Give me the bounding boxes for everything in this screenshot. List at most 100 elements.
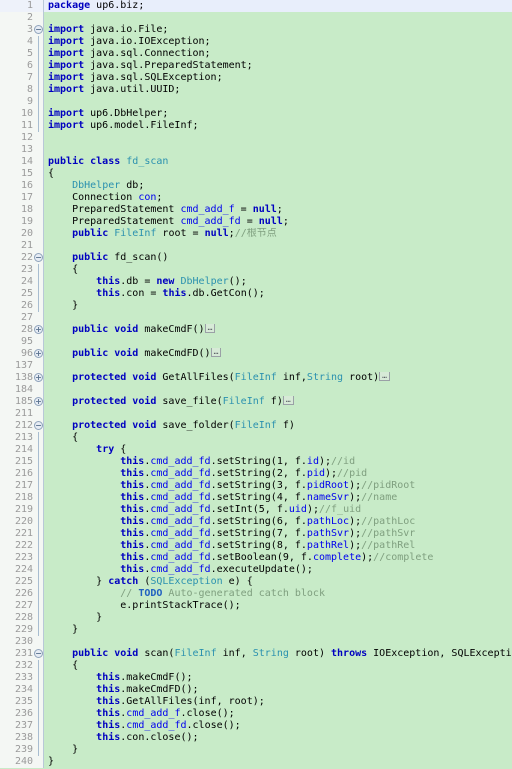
fold-column[interactable] [34, 612, 44, 624]
code-line[interactable]: 96 + public void makeCmdFD()… [0, 348, 512, 360]
fold-column[interactable] [34, 756, 44, 768]
fold-column[interactable] [34, 84, 44, 96]
code-text[interactable]: import java.sql.Connection; [44, 48, 512, 60]
code-text[interactable]: import java.sql.SQLException; [44, 72, 512, 84]
code-text[interactable]: { [44, 264, 512, 276]
code-text[interactable]: this.makeCmdFD(); [44, 684, 512, 696]
code-text[interactable]: { [44, 432, 512, 444]
fold-column[interactable] [34, 600, 44, 612]
fold-column[interactable] [34, 432, 44, 444]
fold-collapse-icon[interactable]: − [34, 421, 43, 430]
code-line[interactable]: 6 import java.sql.PreparedStatement; [0, 60, 512, 72]
code-line[interactable]: 28 + public void makeCmdF()… [0, 324, 512, 336]
code-editor[interactable]: 1 package up6.biz; 2 3− import java.io.File;… [0, 0, 512, 769]
code-text[interactable] [44, 132, 512, 144]
fold-column[interactable] [34, 240, 44, 252]
code-line[interactable]: 229 } [0, 624, 512, 636]
fold-column[interactable] [34, 456, 44, 468]
code-text[interactable]: public FileInf root = null;//根节点 [44, 228, 512, 240]
fold-column[interactable] [34, 720, 44, 732]
code-line[interactable]: 20 public FileInf root = null;//根节点 [0, 228, 512, 240]
fold-column[interactable] [34, 516, 44, 528]
fold-column[interactable] [34, 384, 44, 396]
code-text[interactable]: e.printStackTrace(); [44, 600, 512, 612]
fold-column[interactable] [34, 624, 44, 636]
fold-column[interactable] [34, 576, 44, 588]
code-line[interactable]: 240} [0, 756, 512, 768]
fold-column[interactable] [34, 144, 44, 156]
code-text[interactable]: { [44, 660, 512, 672]
fold-expand-icon[interactable]: + [34, 397, 43, 406]
fold-column[interactable] [34, 564, 44, 576]
code-line[interactable]: 217 this.cmd_add_fd.setString(3, f.pidRo… [0, 480, 512, 492]
code-text[interactable]: this.cmd_add_fd.close(); [44, 720, 512, 732]
code-line[interactable]: 231− public void scan(FileInf inf, Strin… [0, 648, 512, 660]
fold-column[interactable] [34, 180, 44, 192]
code-text[interactable]: PreparedStatement cmd_add_fd = null; [44, 216, 512, 228]
fold-column[interactable] [34, 540, 44, 552]
fold-column[interactable] [34, 744, 44, 756]
code-line[interactable]: 184 [0, 384, 512, 396]
code-line[interactable]: 15 { [0, 168, 512, 180]
code-line[interactable]: 27 [0, 312, 512, 324]
code-line[interactable]: 224 this.cmd_add_fd.executeUpdate(); [0, 564, 512, 576]
code-line[interactable]: 237 this.cmd_add_fd.close(); [0, 720, 512, 732]
code-line[interactable]: 219 this.cmd_add_fd.setInt(5, f.uid);//f… [0, 504, 512, 516]
fold-column[interactable] [34, 528, 44, 540]
code-text[interactable]: this.cmd_add_fd.setString(8, f.pathRel);… [44, 540, 512, 552]
code-text[interactable]: this.con.close(); [44, 732, 512, 744]
fold-column[interactable] [34, 288, 44, 300]
code-line[interactable]: 23 { [0, 264, 512, 276]
fold-column[interactable]: + [34, 324, 44, 336]
fold-column[interactable] [34, 72, 44, 84]
code-line[interactable]: 233 this.makeCmdF(); [0, 672, 512, 684]
code-text[interactable]: import java.sql.PreparedStatement; [44, 60, 512, 72]
folded-region-ellipsis[interactable]: … [379, 372, 390, 381]
code-text[interactable]: public class fd_scan [44, 156, 512, 168]
fold-column[interactable] [34, 696, 44, 708]
code-line[interactable]: 8 import java.util.UUID; [0, 84, 512, 96]
code-line[interactable]: 9 [0, 96, 512, 108]
code-line[interactable]: 214 try { [0, 444, 512, 456]
code-line[interactable]: 225 } catch (SQLException e) { [0, 576, 512, 588]
code-text[interactable]: public void makeCmdFD()… [44, 348, 512, 360]
code-line[interactable]: 216 this.cmd_add_fd.setString(2, f.pid);… [0, 468, 512, 480]
fold-column[interactable] [34, 360, 44, 372]
code-text[interactable]: package up6.biz; [44, 0, 512, 12]
fold-column[interactable] [34, 132, 44, 144]
code-line[interactable]: 5 import java.sql.Connection; [0, 48, 512, 60]
code-text[interactable]: Connection con; [44, 192, 512, 204]
code-text[interactable]: this.db = new DbHelper(); [44, 276, 512, 288]
code-text[interactable]: public void scan(FileInf inf, String roo… [44, 648, 512, 660]
fold-column[interactable]: − [34, 24, 44, 36]
fold-column[interactable]: − [34, 420, 44, 432]
code-text[interactable]: } [44, 744, 512, 756]
code-line[interactable]: 222 this.cmd_add_fd.setString(8, f.pathR… [0, 540, 512, 552]
fold-column[interactable] [34, 60, 44, 72]
code-text[interactable]: this.GetAllFiles(inf, root); [44, 696, 512, 708]
fold-column[interactable] [34, 336, 44, 348]
code-lines-container[interactable]: 1 package up6.biz; 2 3− import java.io.File;… [0, 0, 512, 768]
fold-column[interactable] [34, 504, 44, 516]
code-text[interactable]: this.cmd_add_fd.setInt(5, f.uid);//f_uid [44, 504, 512, 516]
code-text[interactable] [44, 360, 512, 372]
fold-column[interactable] [34, 684, 44, 696]
code-line[interactable]: 226 // TODO Auto-generated catch block [0, 588, 512, 600]
fold-column[interactable] [34, 96, 44, 108]
code-line[interactable]: 22− public fd_scan() [0, 252, 512, 264]
folded-region-ellipsis[interactable]: … [210, 348, 222, 357]
fold-column[interactable] [34, 300, 44, 312]
fold-column[interactable]: + [34, 396, 44, 408]
code-line[interactable]: 234 this.makeCmdFD(); [0, 684, 512, 696]
code-line[interactable]: 10 import up6.DbHelper; [0, 108, 512, 120]
fold-column[interactable] [34, 192, 44, 204]
code-text[interactable]: protected void save_file(FileInf f)… [44, 396, 512, 408]
code-text[interactable]: this.makeCmdF(); [44, 672, 512, 684]
code-text[interactable]: this.cmd_add_fd.setString(1, f.id);//id [44, 456, 512, 468]
code-text[interactable]: protected void GetAllFiles(FileInf inf,S… [44, 372, 512, 384]
code-line[interactable]: 12 [0, 132, 512, 144]
code-line[interactable]: 238 this.con.close(); [0, 732, 512, 744]
code-line[interactable]: 239 } [0, 744, 512, 756]
code-text[interactable]: } catch (SQLException e) { [44, 576, 512, 588]
code-line[interactable]: 211 [0, 408, 512, 420]
